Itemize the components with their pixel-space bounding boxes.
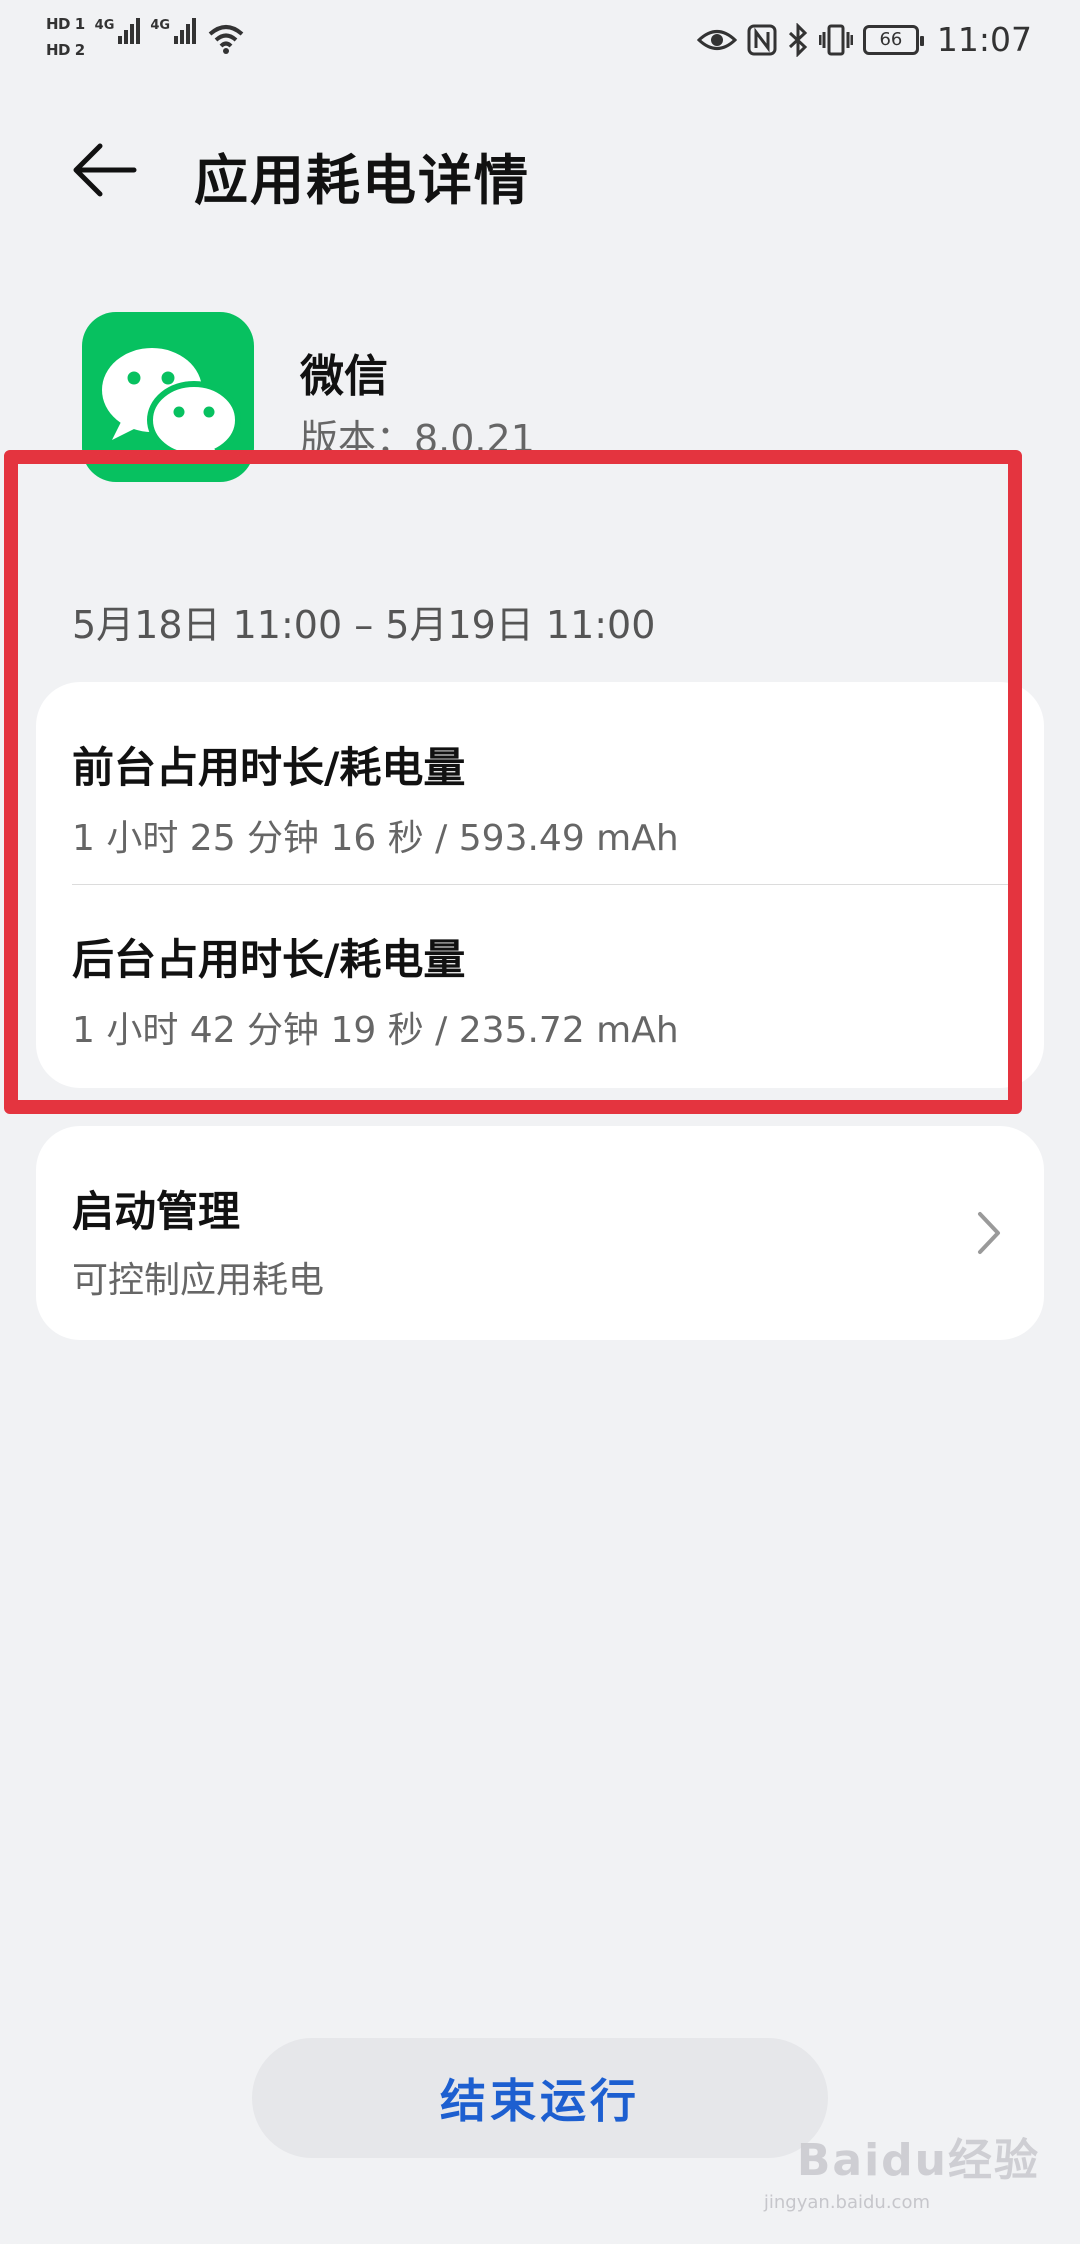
baidu-watermark: Baidu经验 — [796, 2135, 1040, 2186]
network-type-1: 4G — [94, 18, 115, 33]
eye-icon — [696, 29, 737, 50]
status-bar-right: 66 11:07 — [696, 20, 1032, 59]
launch-management-subtitle: 可控制应用耗电 — [72, 1260, 325, 1301]
page-title: 应用耗电详情 — [194, 149, 530, 212]
battery-icon: 66 — [862, 24, 924, 55]
back-arrow-icon[interactable] — [70, 138, 140, 202]
network-type-2: 4G — [150, 18, 171, 33]
end-process-button[interactable]: 结束运行 — [252, 2038, 828, 2158]
vibrate-icon — [818, 24, 853, 55]
sim1-badge: HD 1 — [46, 15, 85, 33]
status-bar: HD 1 HD 2 4G 4G 66 11:07 — [0, 0, 1080, 86]
app-name: 微信 — [300, 351, 388, 402]
header: 应用耗电详情 — [0, 120, 1080, 220]
bluetooth-icon — [788, 22, 808, 57]
nfc-icon — [747, 24, 777, 55]
launch-management-item[interactable]: 启动管理 可控制应用耗电 — [36, 1126, 1044, 1340]
wifi-icon — [208, 25, 244, 54]
signal-icon: 4G — [150, 18, 197, 44]
launch-management-title: 启动管理 — [72, 1187, 241, 1236]
baidu-watermark-url: jingyan.baidu.com — [763, 2192, 930, 2213]
sim-indicators: HD 1 HD 2 — [46, 14, 85, 60]
sim2-badge: HD 2 — [46, 41, 85, 59]
highlight-frame — [4, 450, 1022, 1114]
launch-management-text: 启动管理 可控制应用耗电 — [72, 1178, 1008, 1303]
status-time: 11:07 — [936, 20, 1032, 59]
chevron-right-icon — [978, 1212, 1000, 1254]
battery-level: 66 — [879, 29, 903, 50]
signal-icon: 4G — [95, 18, 141, 44]
status-bar-left: HD 1 HD 2 4G 4G — [46, 14, 246, 60]
